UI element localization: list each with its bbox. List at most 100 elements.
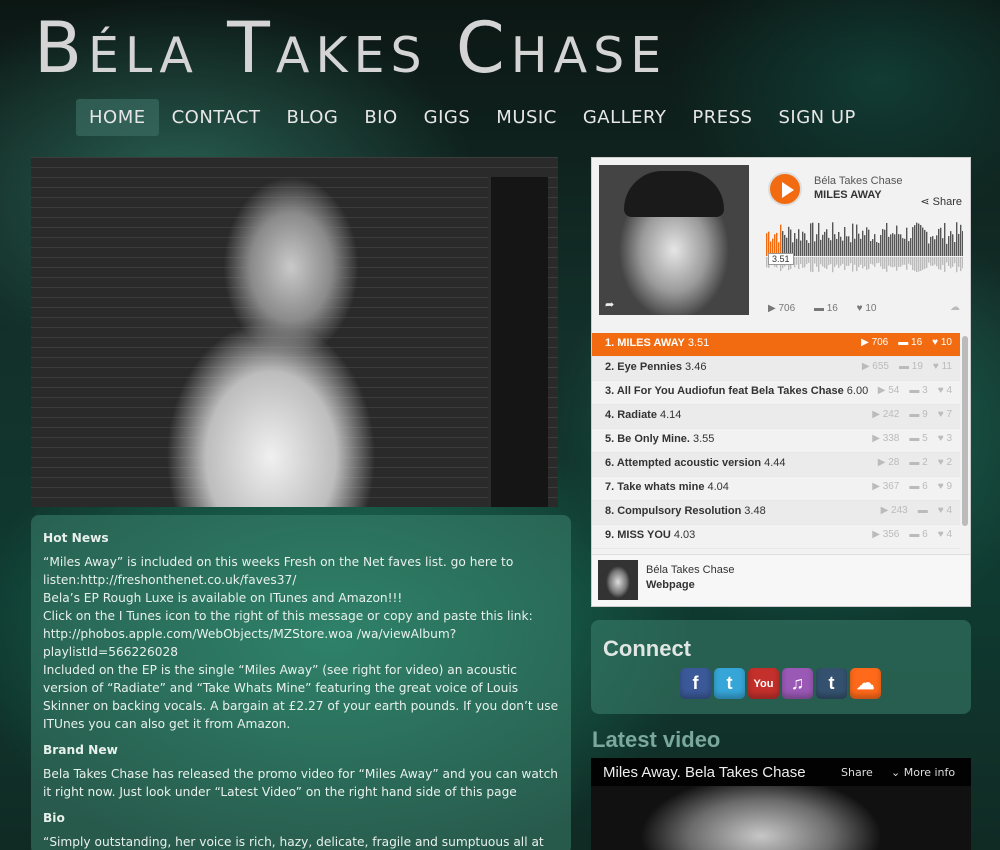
track-comments: ▬ 2 [909,457,928,468]
track-name: 6. Attempted acoustic version [605,457,762,469]
wave-reflection [870,257,872,264]
track-duration: 6.00 [846,385,869,397]
wave-reflection [820,257,822,265]
twitter-icon[interactable]: t [714,668,745,699]
artist-thumbnail[interactable] [598,560,638,600]
tumblr-icon[interactable]: t [816,668,847,699]
track-label: 9. MISS YOU 4.03 [605,529,695,541]
itunes-icon[interactable]: ♫ [782,668,813,699]
soundcloud-logo-icon[interactable]: ☁ [950,302,960,313]
wave-reflection [928,257,930,263]
wave-bar [936,235,938,256]
track-stats: ▶ 356 ▬ 6 ♥ 4 [872,529,952,540]
track-plays-count: 706 [871,337,889,348]
wave-bar [870,241,872,256]
track-row[interactable]: 8. Compulsory Resolution 3.48 ▶ 243 ▬ ♥ 4 [592,501,960,525]
track-plays-count: 338 [882,433,900,444]
wave-reflection [890,257,892,267]
wave-bar [852,223,854,256]
wave-bar [928,243,930,256]
plays-count: 706 [778,303,796,314]
video-embed[interactable]: Miles Away. Bela Takes Chase Share ⌄ Mor… [591,758,971,850]
wave-reflection [884,257,886,269]
soundcloud-icon[interactable]: ☁ [850,668,881,699]
track-comments: ▬ 5 [909,433,928,444]
news-line: “Miles Away” is included on this weeks F… [43,555,514,587]
track-comments-count: 9 [922,409,928,420]
nav-bio[interactable]: BIO [351,99,410,136]
wave-reflection [874,257,876,267]
player-track-title[interactable]: MILES AWAY [814,189,882,201]
track-row[interactable]: 4. Radiate 4.14 ▶ 242 ▬ 9 ♥ 7 [592,405,960,429]
wave-reflection [904,257,906,265]
wave-reflection [862,257,864,269]
wave-bar [800,240,802,256]
video-share-button[interactable]: Share [841,766,873,779]
wave-bar [954,242,956,256]
track-stats: ▶ 28 ▬ 2 ♥ 2 [878,457,952,468]
youtube-icon[interactable]: You [748,668,779,699]
track-row[interactable]: 6. Attempted acoustic version 4.44 ▶ 28 ▬ 2… [592,453,960,477]
wave-bar [960,224,962,256]
wave-bar [838,231,840,256]
album-art: ➦ [599,165,749,315]
nav-home[interactable]: HOME [76,99,159,136]
play-button[interactable] [768,172,802,206]
waveform[interactable] [766,220,963,280]
nav-gigs[interactable]: GIGS [411,99,484,136]
wave-bar [850,242,852,256]
wave-reflection [858,257,860,268]
news-line: Included on the EP is the single “Miles … [43,663,559,731]
track-name: 7. Take whats mine [605,481,705,493]
wave-reflection [958,257,960,267]
track-row[interactable]: 5. Be Only Mine. 3.55 ▶ 338 ▬ 5 ♥ 3 [592,429,960,453]
track-row[interactable]: 9. MISS YOU 4.03 ▶ 356 ▬ 6 ♥ 4 [592,525,960,549]
wave-bar [802,231,804,256]
latest-video-title: Latest video [592,727,721,752]
video-more-info-button[interactable]: ⌄ More info [891,766,955,779]
track-stats: ▶ 655 ▬ 19 ♥ 11 [862,361,952,372]
wave-reflection [794,257,796,268]
track-row[interactable]: 2. Eye Pennies 3.46 ▶ 655 ▬ 19 ♥ 11 [592,357,960,381]
track-duration: 3.51 [687,337,710,349]
track-plays-count: 243 [891,505,908,516]
track-stats: ▶ 367 ▬ 6 ♥ 9 [872,481,952,492]
wave-bar [818,222,820,256]
nav-gallery[interactable]: GALLERY [570,99,680,136]
wave-reflection [848,257,850,266]
track-row[interactable]: 3. All For You Audiofun feat Bela Takes … [592,381,960,405]
wave-bar [886,222,888,256]
wave-bar [812,222,814,256]
video-title[interactable]: Miles Away. Bela Takes Chase [603,764,806,781]
nav-press[interactable]: PRESS [679,99,765,136]
nav-blog[interactable]: BLOG [273,99,351,136]
wave-reflection [936,257,938,267]
nav-contact[interactable]: CONTACT [159,99,274,136]
bio-heading: Bio [43,811,65,825]
track-plays: ▶ 242 [872,409,900,420]
share-arrow-icon[interactable]: ➦ [605,298,614,311]
track-likes: ♥ 7 [937,409,952,420]
nav-sign-up[interactable]: SIGN UP [765,99,868,136]
track-stats: ▶ 338 ▬ 5 ♥ 3 [872,433,952,444]
track-row[interactable]: 7. Take whats mine 4.04 ▶ 367 ▬ 6 ♥ 9 [592,477,960,501]
track-duration: 3.55 [692,433,715,445]
tracklist-scrollbar[interactable] [962,336,968,526]
track-row[interactable]: 1. MILES AWAY 3.51 ▶ 706 ▬ 16 ♥ 10 [592,333,960,357]
video-thumbnail[interactable] [591,786,971,850]
track-name: 4. Radiate [605,409,657,421]
news-panel: Hot News “Miles Away” is included on thi… [31,515,571,850]
nav-music[interactable]: MUSIC [483,99,570,136]
track-likes-count: 3 [946,433,952,444]
wave-reflection [866,257,868,270]
facebook-icon[interactable]: f [680,668,711,699]
wave-reflection [826,257,828,270]
wave-bar [878,242,880,256]
player-artist[interactable]: Béla Takes Chase [814,175,902,187]
track-comments-count: 3 [922,385,928,396]
share-button[interactable]: ⋖ Share [920,195,962,208]
footer-artist[interactable]: Béla Takes Chase [646,564,734,576]
wave-reflection [840,257,842,266]
comments-count: 16 [826,303,838,314]
footer-webpage-link[interactable]: Webpage [646,579,695,591]
